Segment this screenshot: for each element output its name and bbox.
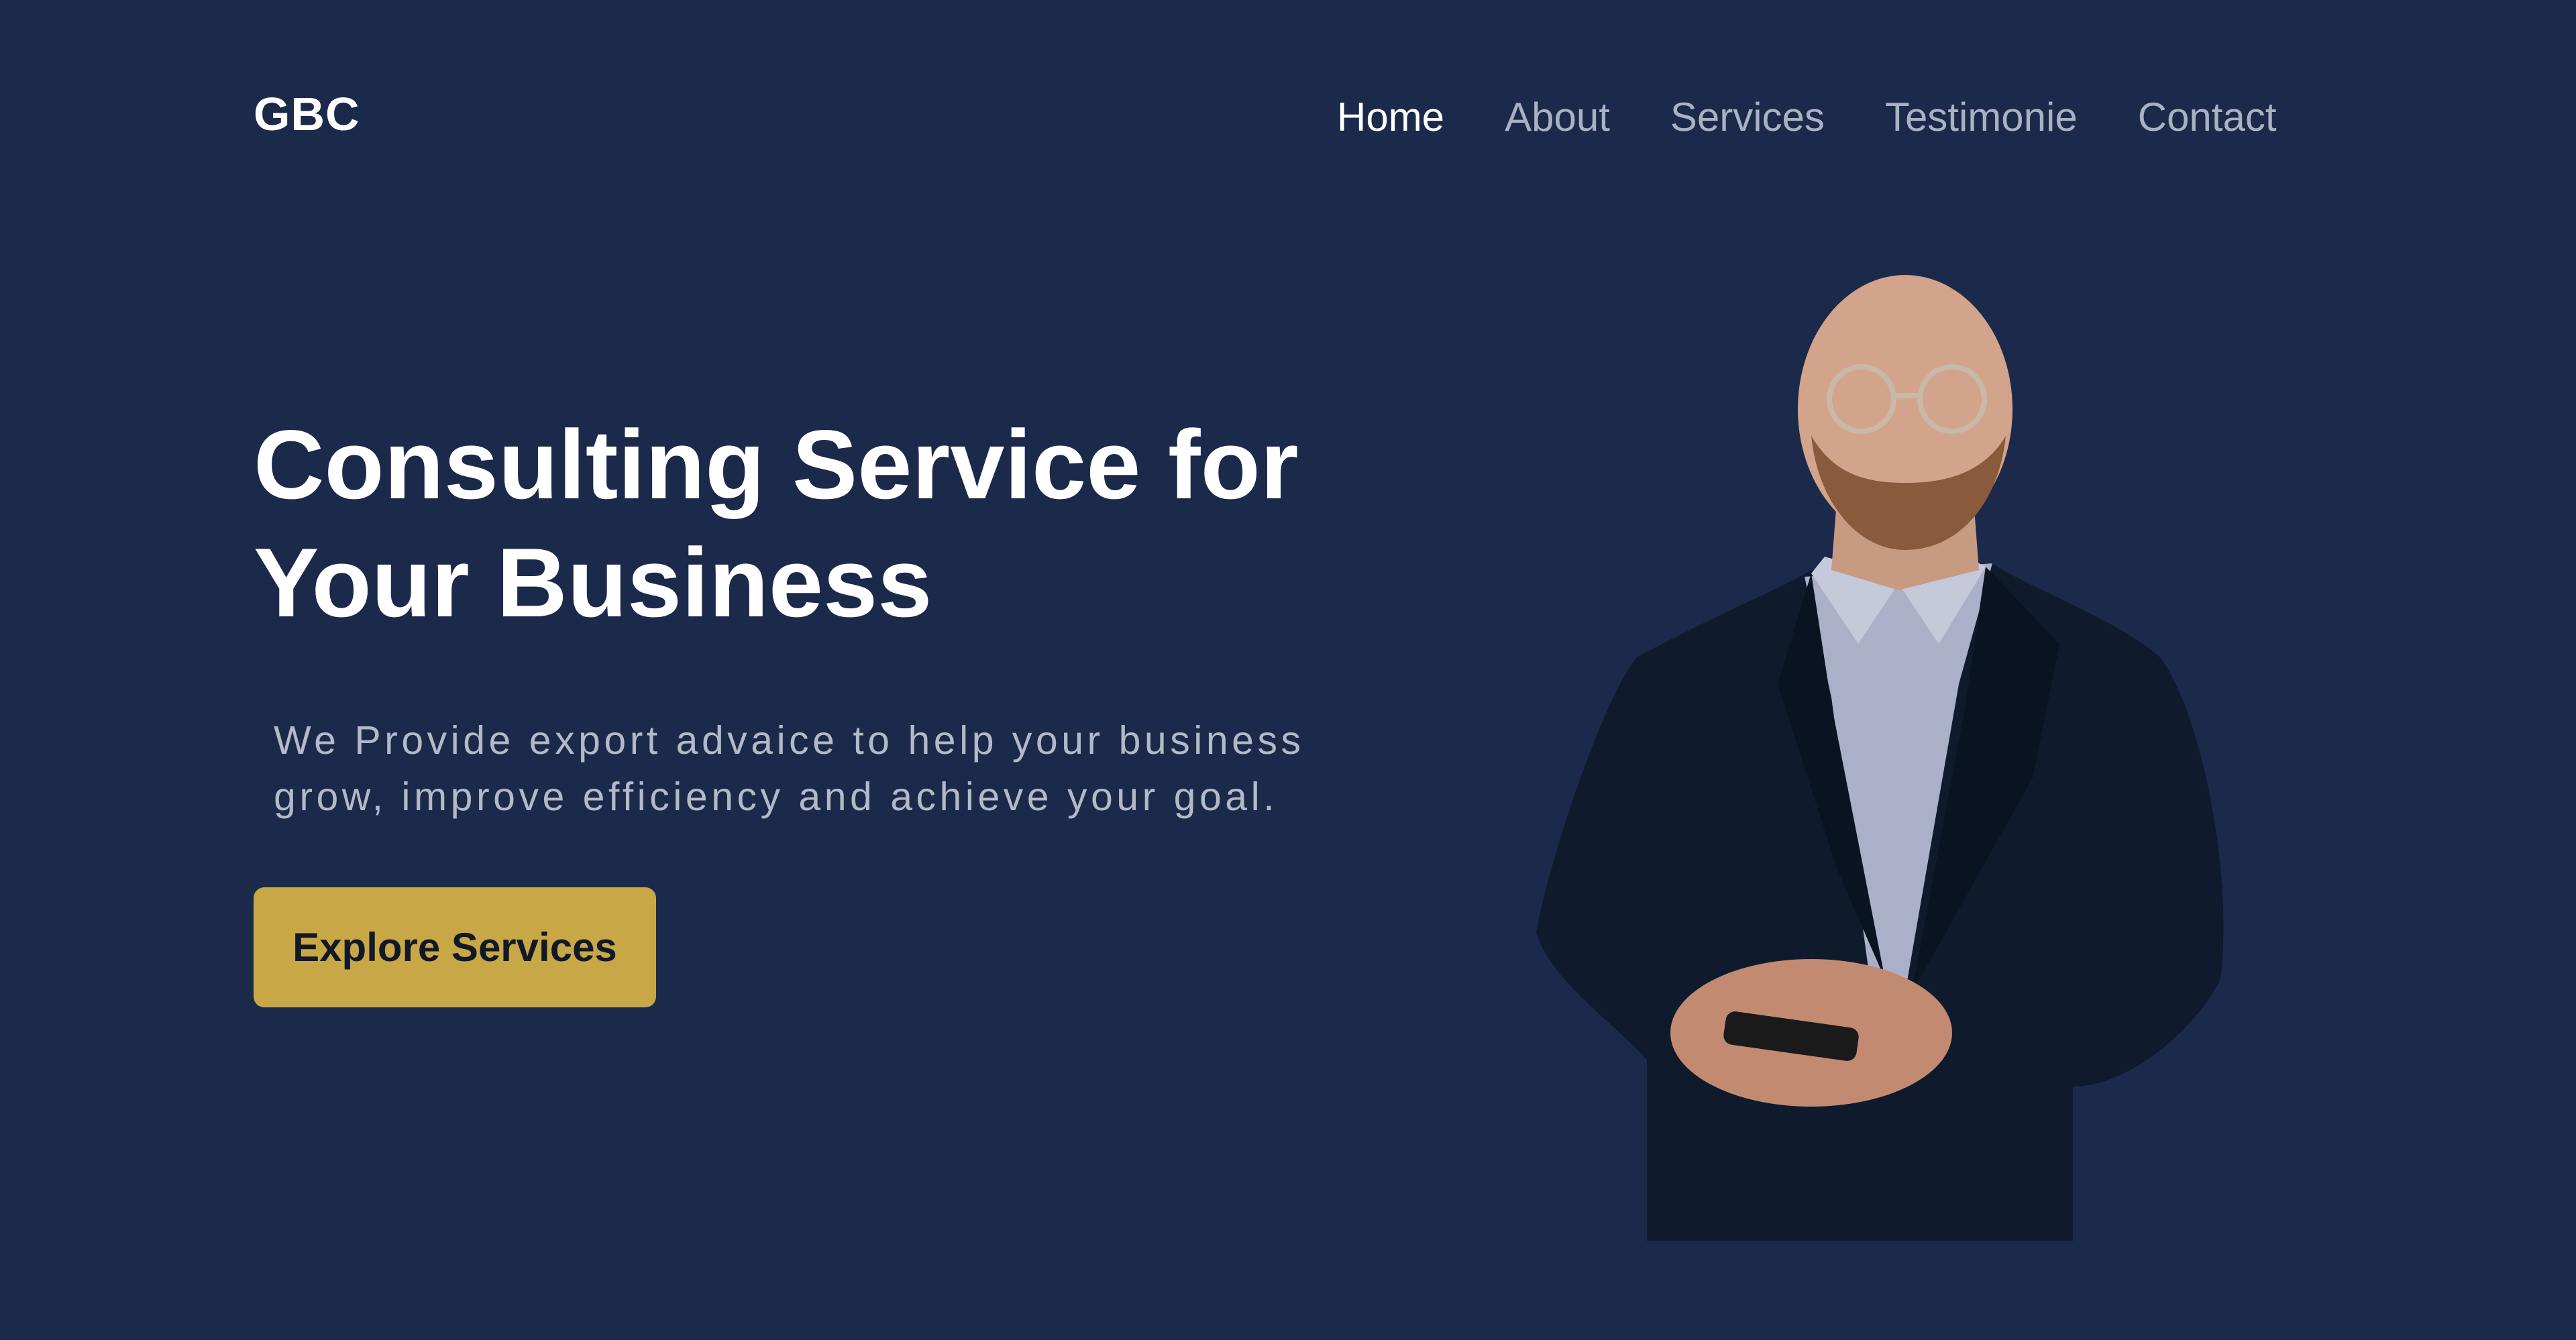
landing-page: GBC Home About Services Testimonie Conta… [0, 0, 2576, 1340]
nav-contact[interactable]: Contact [2138, 97, 2277, 137]
main-nav: Home About Services Testimonie Contact [1337, 97, 2277, 137]
nav-testimonie[interactable]: Testimonie [1885, 97, 2078, 137]
nav-services[interactable]: Services [1670, 97, 1825, 137]
hero-subtitle: We Provide export advaice to help your b… [274, 718, 1305, 819]
explore-services-button[interactable]: Explore Services [254, 887, 656, 1007]
brand-logo[interactable]: GBC [254, 91, 360, 137]
nav-home[interactable]: Home [1337, 97, 1444, 137]
hero-title: Consulting Service for Your Business [254, 410, 1299, 637]
nav-about[interactable]: About [1505, 97, 1610, 137]
hero-businessman-image [1536, 275, 2224, 1241]
